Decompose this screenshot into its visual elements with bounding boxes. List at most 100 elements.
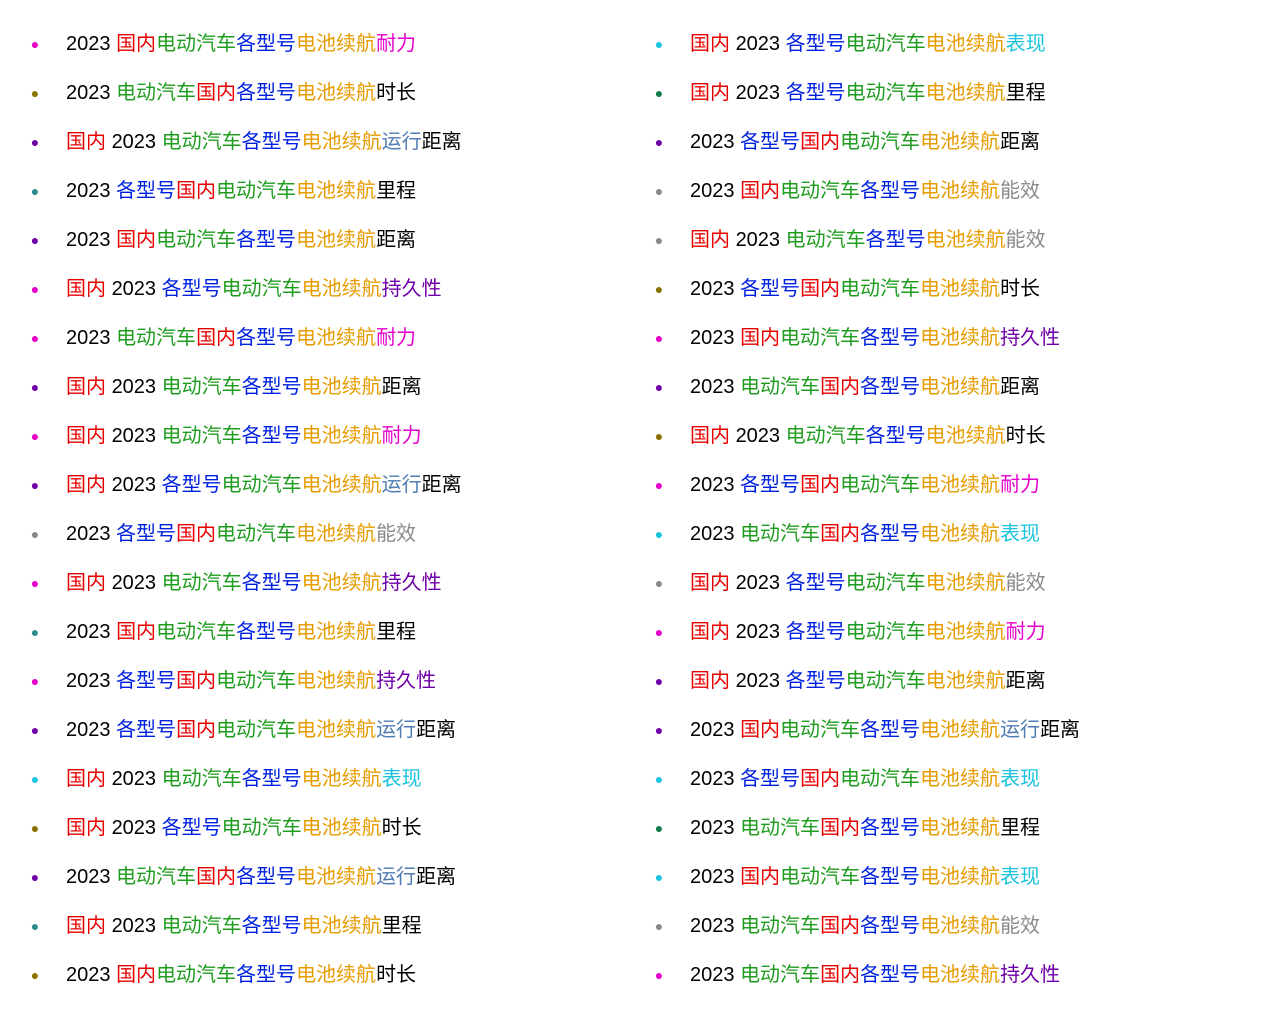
segment: 各型号: [236, 866, 296, 888]
segment: 各型号: [860, 376, 920, 398]
segment: 电池续航: [926, 425, 1006, 447]
bullet-icon: ●: [10, 853, 60, 902]
item-text: 国内 2023 电动汽车各型号电池续航表现: [60, 755, 422, 804]
segment: 2023: [690, 278, 740, 300]
segment: 距离: [422, 474, 462, 496]
segment: 电池续航: [920, 719, 1000, 741]
list-item: ●国内 2023 电动汽车各型号电池续航运行距离: [10, 118, 634, 167]
segment: 持久性: [1000, 327, 1060, 349]
item-text: 国内 2023 各型号电动汽车电池续航运行距离: [60, 461, 462, 510]
segment: 电池续航: [302, 278, 382, 300]
segment: 里程: [376, 180, 416, 202]
list-item: ●2023 电动汽车国内各型号电池续航耐力: [10, 314, 634, 363]
list-item: ●国内 2023 电动汽车各型号电池续航里程: [10, 902, 634, 951]
bullet-icon: ●: [634, 118, 684, 167]
segment: 各型号: [740, 768, 800, 790]
item-text: 2023 国内电动汽车各型号电池续航里程: [60, 608, 416, 657]
left-list: ●2023 国内电动汽车各型号电池续航耐力●2023 电动汽车国内各型号电池续航…: [10, 20, 634, 1000]
item-text: 2023 各型号国内电动汽车电池续航里程: [60, 167, 416, 216]
segment: 距离: [376, 229, 416, 251]
bullet-icon: ●: [10, 608, 60, 657]
list-item: ●2023 各型号国内电动汽车电池续航里程: [10, 167, 634, 216]
segment: 耐力: [1006, 621, 1046, 643]
segment: 电动汽车: [222, 278, 302, 300]
item-text: 2023 国内电动汽车各型号电池续航运行距离: [684, 706, 1080, 755]
segment: 电动汽车: [156, 964, 236, 986]
segment: 电动汽车: [846, 82, 926, 104]
segment: 国内: [66, 376, 112, 398]
segment: 国内: [66, 915, 112, 937]
item-text: 2023 国内电动汽车各型号电池续航表现: [684, 853, 1040, 902]
segment: 各型号: [786, 621, 846, 643]
item-text: 2023 各型号国内电动汽车电池续航运行距离: [60, 706, 456, 755]
list-item: ●国内 2023 各型号电动汽车电池续航持久性: [10, 265, 634, 314]
item-text: 2023 各型号国内电动汽车电池续航能效: [60, 510, 416, 559]
item-text: 2023 国内电动汽车各型号电池续航时长: [60, 951, 416, 1000]
segment: 2023: [66, 180, 116, 202]
bullet-icon: ●: [634, 706, 684, 755]
list-item: ●2023 各型号国内电动汽车电池续航表现: [634, 755, 1258, 804]
segment: 2023: [690, 866, 740, 888]
segment: 国内: [690, 425, 736, 447]
bullet-icon: ●: [634, 167, 684, 216]
item-text: 国内 2023 各型号电动汽车电池续航里程: [684, 69, 1046, 118]
bullet-icon: ●: [634, 657, 684, 706]
segment: 持久性: [376, 670, 436, 692]
segment: 国内: [820, 915, 860, 937]
segment: 国内: [66, 278, 112, 300]
list-item: ●国内 2023 各型号电动汽车电池续航里程: [634, 69, 1258, 118]
bullet-icon: ●: [634, 902, 684, 951]
segment: 国内: [820, 523, 860, 545]
bullet-icon: ●: [10, 363, 60, 412]
segment: 各型号: [162, 278, 222, 300]
item-text: 2023 各型号国内电动汽车电池续航表现: [684, 755, 1040, 804]
bullet-icon: ●: [634, 951, 684, 1000]
segment: 电池续航: [296, 719, 376, 741]
segment: 各型号: [860, 817, 920, 839]
segment: 距离: [1006, 670, 1046, 692]
segment: 距离: [1040, 719, 1080, 741]
segment: 电池续航: [920, 768, 1000, 790]
segment: 国内: [800, 474, 840, 496]
segment: 表现: [1000, 768, 1040, 790]
bullet-icon: ●: [10, 20, 60, 69]
segment: 电池续航: [296, 327, 376, 349]
segment: 耐力: [376, 33, 416, 55]
segment: 电池续航: [920, 915, 1000, 937]
left-column: ●2023 国内电动汽车各型号电池续航耐力●2023 电动汽车国内各型号电池续航…: [10, 20, 634, 1000]
segment: 时长: [382, 817, 422, 839]
list-item: ●2023 国内电动汽车各型号电池续航持久性: [634, 314, 1258, 363]
segment: 电动汽车: [780, 866, 860, 888]
segment: 2023: [736, 572, 786, 594]
segment: 各型号: [242, 915, 302, 937]
segment: 国内: [690, 33, 736, 55]
segment: 2023: [112, 425, 162, 447]
segment: 2023: [690, 964, 740, 986]
segment: 各型号: [242, 376, 302, 398]
bullet-icon: ●: [10, 755, 60, 804]
bullet-icon: ●: [10, 314, 60, 363]
segment: 2023: [736, 229, 786, 251]
segment: 国内: [176, 180, 216, 202]
segment: 2023: [66, 719, 116, 741]
segment: 里程: [376, 621, 416, 643]
segment: 能效: [376, 523, 416, 545]
segment: 电动汽车: [740, 915, 820, 937]
segment: 电动汽车: [156, 229, 236, 251]
item-text: 国内 2023 各型号电动汽车电池续航时长: [60, 804, 422, 853]
segment: 电池续航: [920, 376, 1000, 398]
segment: 各型号: [740, 131, 800, 153]
segment: 电池续航: [926, 82, 1006, 104]
segment: 2023: [112, 768, 162, 790]
list-columns: ●2023 国内电动汽车各型号电池续航耐力●2023 电动汽车国内各型号电池续航…: [10, 20, 1258, 1000]
segment: 电池续航: [296, 670, 376, 692]
segment: 能效: [1006, 572, 1046, 594]
segment: 国内: [176, 719, 216, 741]
segment: 电池续航: [302, 768, 382, 790]
segment: 电动汽车: [216, 719, 296, 741]
segment: 电动汽车: [786, 425, 866, 447]
list-item: ●2023 各型号国内电动汽车电池续航耐力: [634, 461, 1258, 510]
segment: 国内: [66, 131, 112, 153]
segment: 2023: [112, 278, 162, 300]
segment: 国内: [690, 621, 736, 643]
